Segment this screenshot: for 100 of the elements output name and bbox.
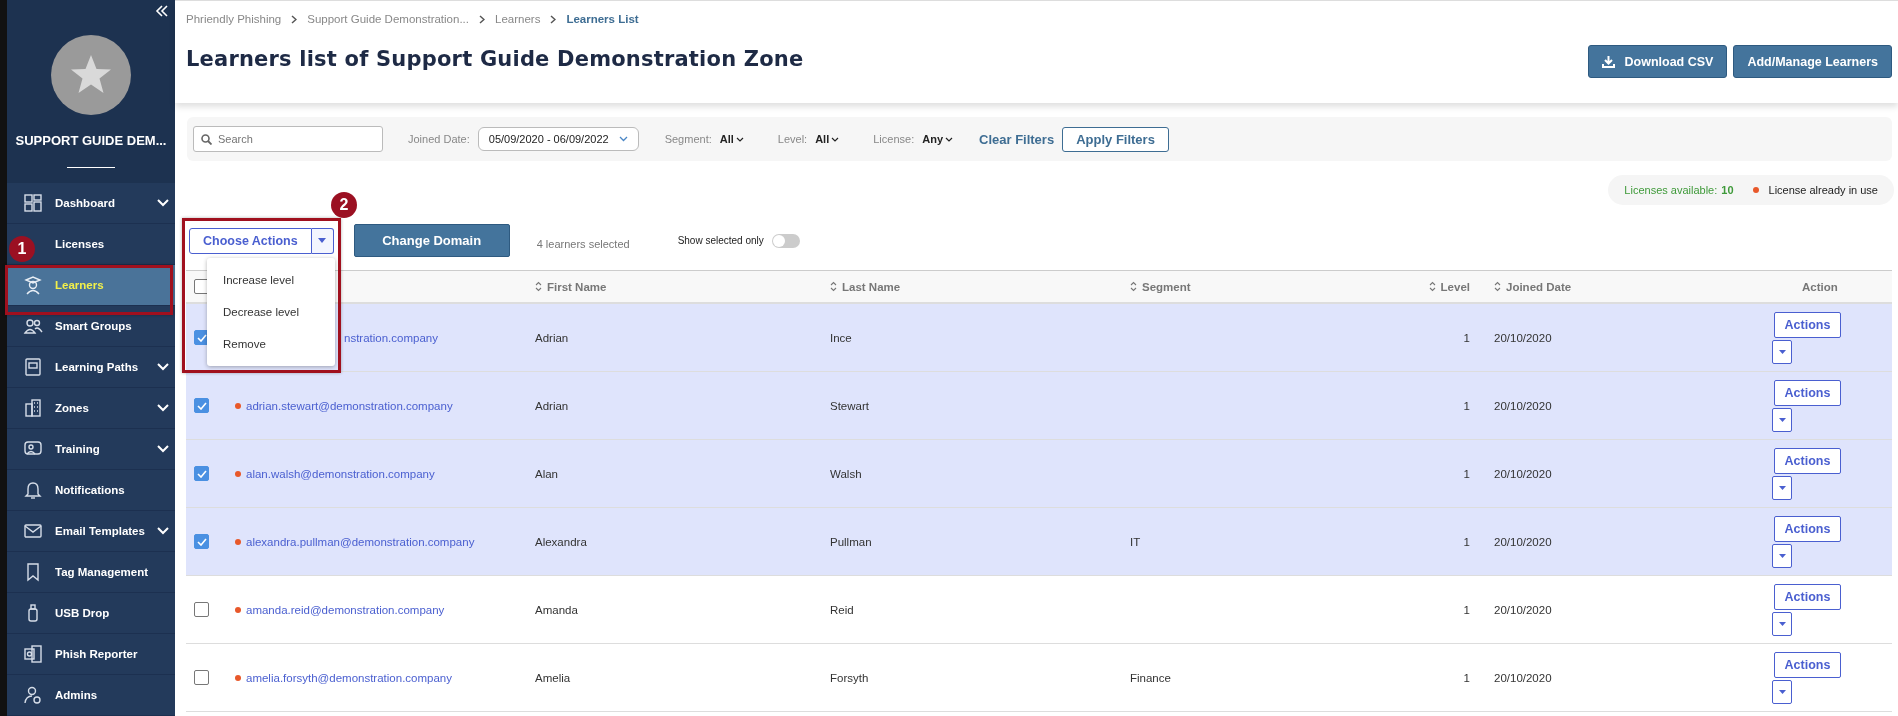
table-row[interactable]: alan.walsh@demonstration.company Alan Walsh 1 20/10/2020 Actions	[186, 440, 1892, 508]
breadcrumb-link[interactable]: Phriendly Phishing	[186, 13, 282, 25]
column-header[interactable]: Last Name	[842, 280, 901, 293]
nav-item[interactable]: Notifications	[7, 470, 175, 511]
column-header: Action	[1802, 280, 1838, 293]
search-field[interactable]: Search	[193, 126, 383, 152]
caret-icon	[1778, 689, 1786, 694]
actions-button[interactable]: Actions	[1774, 311, 1841, 338]
check-icon	[196, 469, 207, 478]
filter-dropdown[interactable]: All	[815, 133, 840, 145]
actions-button[interactable]: Actions	[1774, 651, 1841, 678]
row-checkbox[interactable]	[194, 534, 209, 549]
nav-item[interactable]: Phish Reporter	[7, 634, 175, 675]
table-row[interactable]: alexandra.pullman@demonstration.company Alexandra Pullman IT 1 20/10/2020 Actions	[186, 508, 1892, 576]
first-name-text: Amanda	[535, 603, 578, 616]
actions-dropdown-toggle[interactable]	[1772, 339, 1792, 364]
table-row[interactable]: amelia.forsyth@demonstration.company Amelia Forsyth Finance 1 20/10/2020 Actions	[186, 644, 1892, 712]
row-checkbox[interactable]	[194, 398, 209, 413]
nav-item[interactable]: Smart Groups	[7, 306, 175, 347]
actions-button[interactable]: Actions	[1774, 515, 1841, 542]
toggle-label: Show selected only	[677, 235, 764, 246]
nav-item[interactable]: Training	[7, 429, 175, 470]
choose-actions-button[interactable]: Choose Actions	[189, 227, 312, 254]
chevron-right-icon	[550, 14, 557, 24]
caret-icon	[1778, 553, 1786, 558]
actions-dropdown-toggle[interactable]	[1772, 543, 1792, 568]
last-name-text: Forsyth	[830, 671, 869, 684]
column-header[interactable]: Level	[1440, 280, 1470, 293]
filter-dropdown[interactable]: All	[719, 133, 744, 145]
actions-dropdown-toggle[interactable]	[1772, 475, 1792, 500]
email-link[interactable]: amanda.reid@demonstration.company	[246, 603, 445, 616]
menu-item[interactable]: Increase level	[207, 263, 335, 296]
apply-filters-button[interactable]: Apply Filters	[1062, 126, 1169, 152]
nav-item[interactable]: Learning Paths	[7, 347, 175, 388]
chevron-right-icon	[479, 14, 485, 24]
column-header[interactable]: First Name	[547, 280, 607, 293]
joined-date-text: 20/10/2020	[1494, 671, 1552, 684]
actions-button[interactable]: Actions	[1774, 583, 1841, 610]
last-name-text: Ince	[830, 331, 852, 344]
caret-icon	[1778, 349, 1786, 354]
date-range-picker[interactable]: 05/09/2020 - 06/09/2022	[477, 127, 639, 151]
nav-item[interactable]: Admins	[7, 675, 175, 716]
caret-icon	[318, 238, 327, 243]
search-icon	[201, 134, 212, 145]
nav-item[interactable]: Zones	[7, 388, 175, 429]
licenses-available-count: 10	[1721, 184, 1734, 196]
segment-name-text: IT	[1130, 535, 1141, 548]
row-checkbox[interactable]	[194, 466, 209, 481]
breadcrumb-link[interactable]: Learners	[495, 13, 541, 25]
email-link[interactable]: alexandra.pullman@demonstration.company	[246, 535, 475, 548]
filter-dropdown[interactable]: Any	[922, 133, 953, 145]
chevron-down-icon	[831, 136, 840, 142]
check-icon	[196, 537, 207, 546]
last-name-text: Stewart	[830, 399, 869, 412]
caret-icon	[1778, 485, 1786, 490]
dropdown-toggle[interactable]	[311, 227, 334, 254]
actions-button[interactable]: Actions	[1774, 379, 1841, 406]
grid-icon	[23, 193, 43, 213]
row-checkbox[interactable]	[194, 670, 209, 685]
bell-icon	[23, 480, 43, 500]
actions-button[interactable]: Actions	[1774, 447, 1841, 474]
menu-item[interactable]: Remove	[207, 327, 335, 360]
toggle-switch[interactable]	[771, 233, 800, 248]
table-row[interactable]: amanda.reid@demonstration.company Amanda Reid 1 20/10/2020 Actions	[186, 576, 1892, 644]
nav-item[interactable]: Dashboard	[7, 183, 175, 224]
email-link[interactable]: nstration.company	[344, 331, 438, 344]
chevron-down-icon	[735, 136, 744, 142]
clear-filters-link[interactable]: Clear Filters	[979, 131, 1055, 147]
email-link[interactable]: alan.walsh@demonstration.company	[246, 467, 435, 480]
actions-dropdown-toggle[interactable]	[1772, 679, 1792, 704]
level-number-text: 1	[1463, 671, 1470, 684]
download-csv-button[interactable]: Download CSV	[1587, 45, 1728, 78]
change-domain-button[interactable]: Change Domain	[353, 224, 510, 257]
last-name-text: Reid	[830, 603, 854, 616]
nav-item[interactable]: USB Drop	[7, 593, 175, 634]
breadcrumb-link[interactable]: Support Guide Demonstration...	[307, 13, 469, 25]
envelope-icon	[23, 521, 43, 541]
manage-learners-button[interactable]: Add/Manage Learners	[1733, 45, 1892, 78]
first-name-text: Adrian	[535, 399, 569, 412]
column-header[interactable]: Segment	[1142, 280, 1191, 293]
email-link[interactable]: adrian.stewart@demonstration.company	[246, 399, 453, 412]
last-name-text: Walsh	[830, 467, 862, 480]
column-header[interactable]: Joined Date	[1506, 280, 1572, 293]
collapse-icon	[155, 4, 169, 18]
actions-dropdown-toggle[interactable]	[1772, 611, 1792, 636]
level-number-text: 1	[1463, 467, 1470, 480]
row-checkbox[interactable]	[194, 602, 209, 617]
joined-date-text: 20/10/2020	[1494, 399, 1552, 412]
segment-name-text: Finance	[1130, 671, 1171, 684]
chevron-right-icon	[291, 14, 298, 24]
nav-item[interactable]: Email Templates	[7, 511, 175, 552]
email-link[interactable]: amelia.forsyth@demonstration.company	[246, 671, 452, 684]
selected-count: 4 learners selected	[536, 237, 630, 250]
filter-label: Segment:	[664, 133, 712, 145]
table-row[interactable]: adrian.stewart@demonstration.company Adrian Stewart 1 20/10/2020 Actions	[186, 372, 1892, 440]
nav-item[interactable]: Tag Management	[7, 552, 175, 593]
joined-date-text: 20/10/2020	[1494, 331, 1552, 344]
step-badge: 2	[331, 192, 357, 218]
filter-label: Joined Date:	[408, 133, 470, 145]
actions-dropdown-toggle[interactable]	[1772, 407, 1792, 432]
